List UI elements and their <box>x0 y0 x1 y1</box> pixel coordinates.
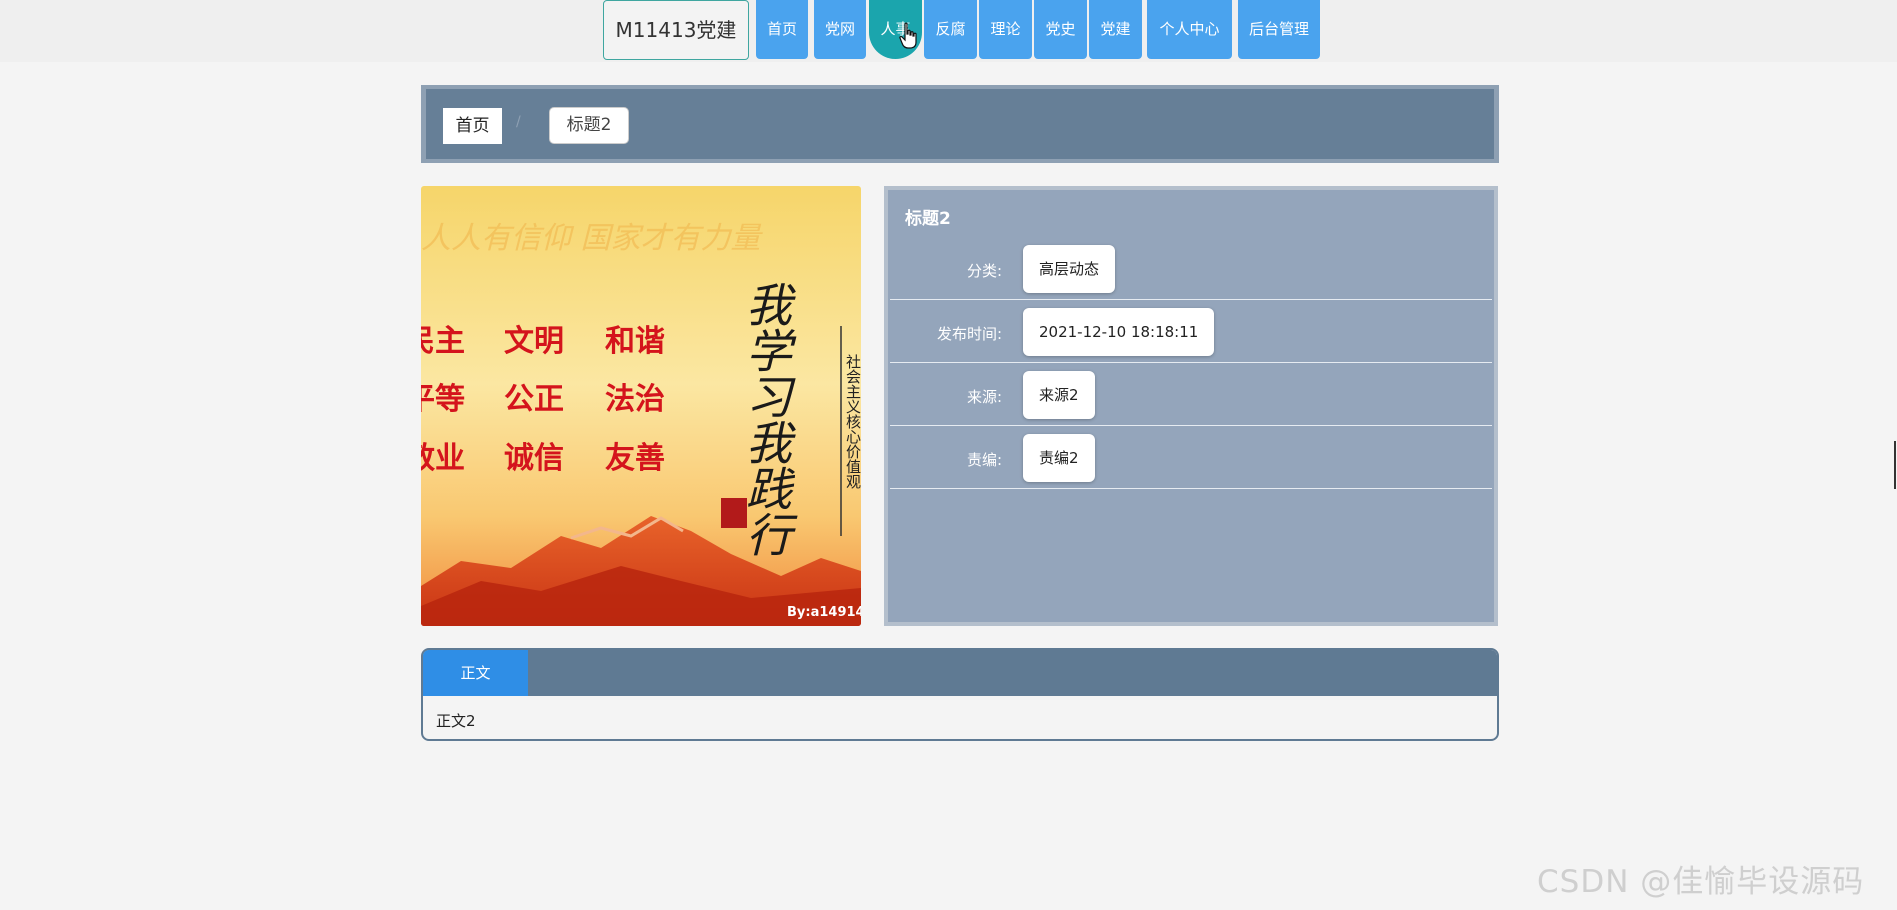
row-divider <box>890 362 1492 363</box>
poster-calligraphy: 我学习我践行 <box>739 281 793 557</box>
nav-party-history[interactable]: 党史 <box>1034 0 1087 59</box>
tab-strip <box>423 650 1497 696</box>
nav-theory[interactable]: 理论 <box>979 0 1032 59</box>
row-divider <box>890 299 1492 300</box>
nav-anticorruption[interactable]: 反腐 <box>924 0 977 59</box>
poster-value: 诚信 <box>504 441 564 476</box>
publish-time-label: 发布时间: <box>936 325 1002 343</box>
publish-time-value: 2021-12-10 18:18:11 <box>1023 308 1215 356</box>
nav-party-building[interactable]: 党建 <box>1089 0 1142 59</box>
category-value: 高层动态 <box>1023 245 1116 293</box>
breadcrumb-home[interactable]: 首页 <box>443 108 502 144</box>
site-brand[interactable]: M11413党建 <box>603 0 749 60</box>
row-divider <box>890 488 1492 489</box>
poster-credit: By:a149144 <box>787 605 861 620</box>
poster-value: 公正 <box>504 382 564 417</box>
poster-value: 法治 <box>605 382 665 417</box>
category-label: 分类: <box>966 262 1002 280</box>
breadcrumb-separator: / <box>516 114 521 130</box>
article-title: 标题2 <box>905 209 951 229</box>
breadcrumb-current[interactable]: 标题2 <box>549 107 629 144</box>
nav-admin[interactable]: 后台管理 <box>1238 0 1320 59</box>
poster-value: 友善 <box>605 441 665 476</box>
hand-cursor-icon <box>899 22 917 49</box>
source-value: 来源2 <box>1023 371 1095 419</box>
scroll-edge-indicator <box>1894 441 1896 489</box>
csdn-watermark: CSDN @佳愉毕设源码 <box>1537 864 1865 900</box>
row-divider <box>890 425 1492 426</box>
poster-side-text: 社会主义核心价值观 <box>844 354 861 490</box>
article-body: 正文2 <box>436 712 476 730</box>
poster-value: 文明 <box>504 324 564 359</box>
poster-value: 平等 <box>421 382 465 417</box>
poster-top-slogan: 人人有信仰 国家才有力量 <box>421 221 764 256</box>
nav-personal-center[interactable]: 个人中心 <box>1147 0 1232 59</box>
article-cover-image: 人人有信仰 国家才有力量 民主 文明 和谐 平等 公正 法治 敬业 诚信 友善 … <box>421 186 861 626</box>
poster-value: 民主 <box>421 324 465 359</box>
poster-value: 敬业 <box>421 441 465 476</box>
nav-party-web[interactable]: 党网 <box>814 0 866 59</box>
source-label: 来源: <box>966 388 1002 406</box>
poster-value: 和谐 <box>605 324 665 359</box>
editor-value: 责编2 <box>1023 434 1095 482</box>
tab-body-text[interactable]: 正文 <box>423 650 528 696</box>
nav-home[interactable]: 首页 <box>756 0 808 59</box>
content-tabs: 正文 正文2 <box>421 648 1499 741</box>
editor-label: 责编: <box>966 451 1002 469</box>
